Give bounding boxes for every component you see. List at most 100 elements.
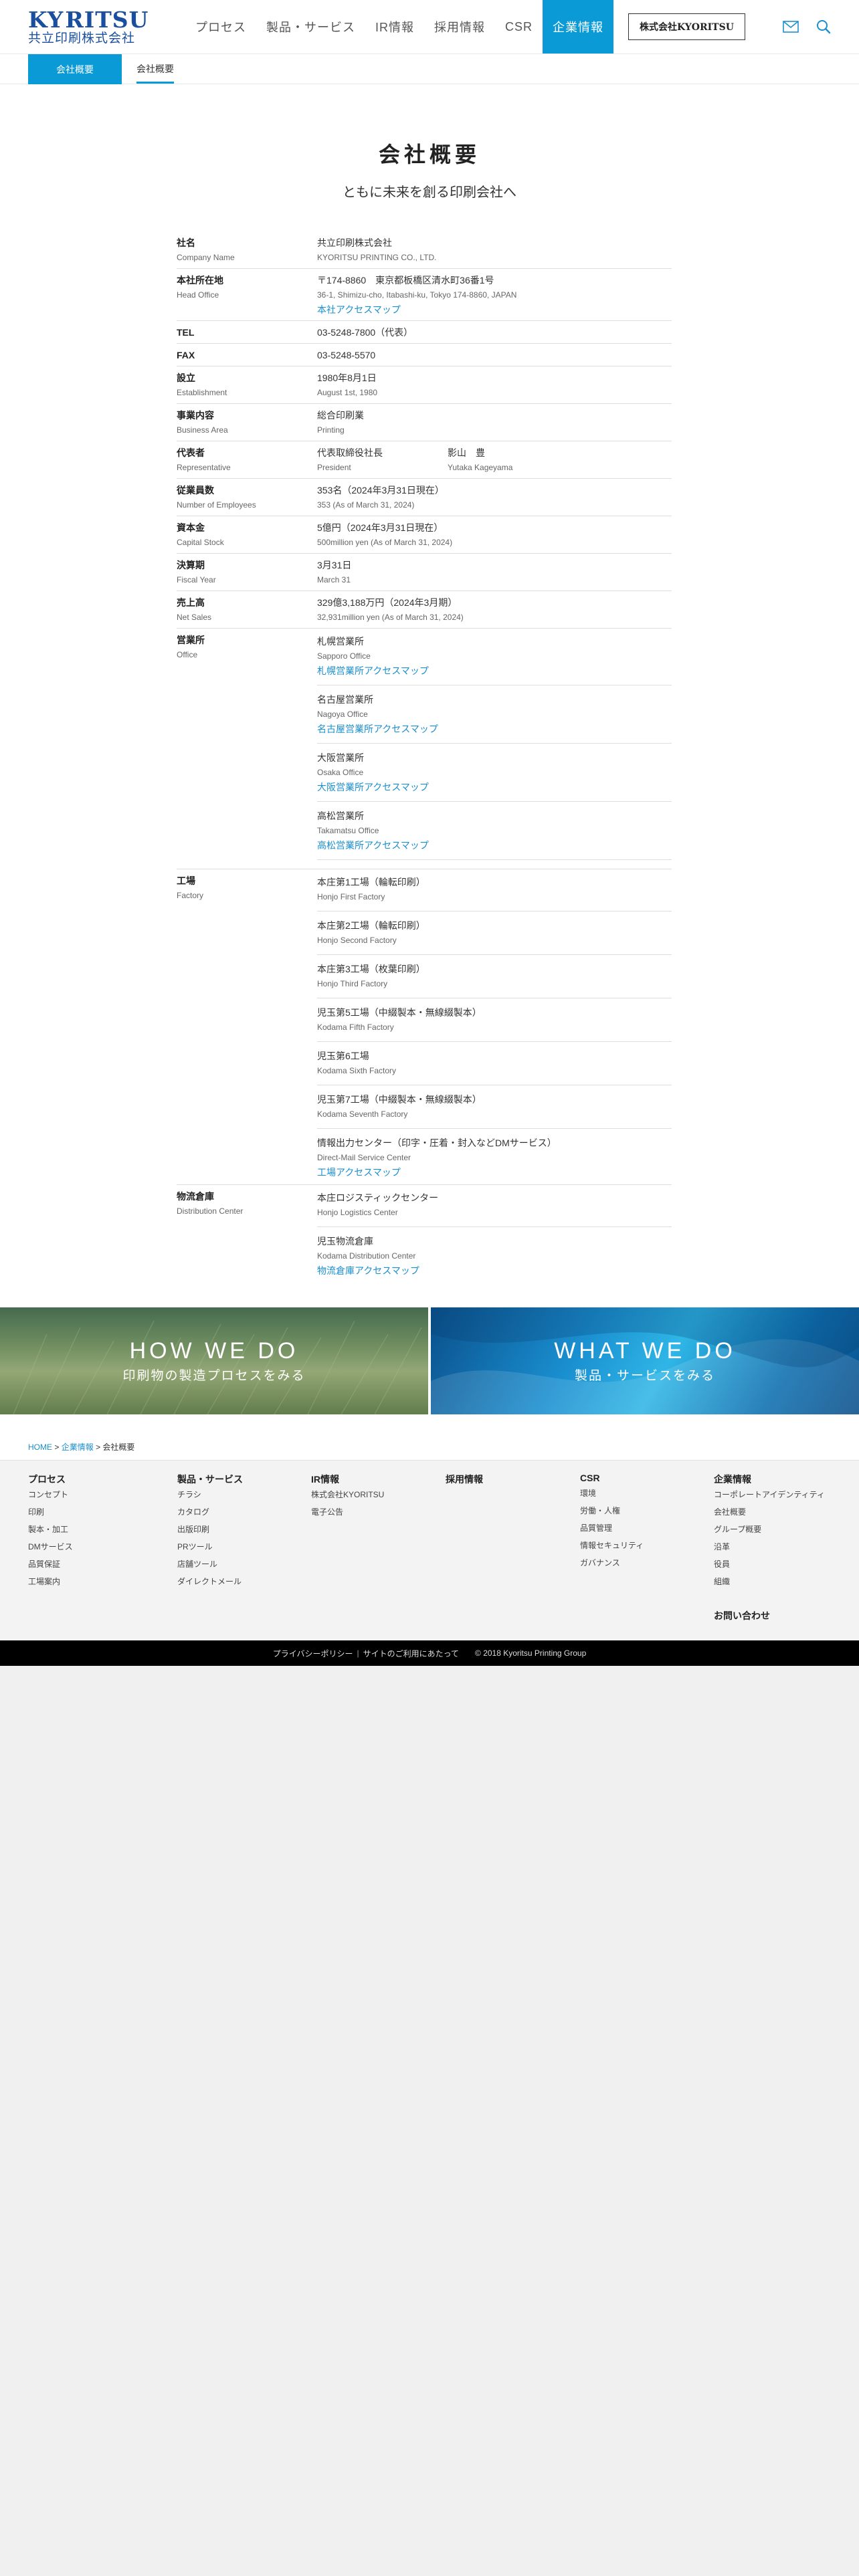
footer-link[interactable]: 電子公告 xyxy=(311,1503,445,1521)
value-en: 353 (As of March 31, 2024) xyxy=(317,500,415,510)
label-en: Capital Stock xyxy=(177,538,224,547)
breadcrumb-home[interactable]: HOME xyxy=(28,1442,52,1452)
footer-link[interactable]: 組織 xyxy=(714,1573,848,1590)
sapporo-access-map-link[interactable]: 札幌営業所アクセスマップ xyxy=(317,665,429,676)
footer-link[interactable]: 工場案内 xyxy=(28,1573,162,1590)
office-item: 大阪営業所 Osaka Office 大阪営業所アクセスマップ xyxy=(317,749,672,802)
footer-link[interactable]: 品質管理 xyxy=(580,1519,714,1537)
how-we-do-title: HOW WE DO xyxy=(129,1338,299,1364)
distribution-name-en: Kodama Distribution Center xyxy=(317,1251,416,1261)
label-jp: 社名 xyxy=(177,237,195,248)
footer-link[interactable]: 労働・人権 xyxy=(580,1502,714,1519)
rep-role-jp: 代表取締役社長 xyxy=(317,447,383,458)
factory-item: 本庄第1工場（輪転印刷） Honjo First Factory xyxy=(317,873,672,911)
factory-item: 本庄第2工場（輪転印刷） Honjo Second Factory xyxy=(317,917,672,955)
nav-recruit[interactable]: 採用情報 xyxy=(424,0,495,53)
footer-col-title[interactable]: 製品・サービス xyxy=(177,1474,243,1485)
how-we-do-banner[interactable]: HOW WE DO 印刷物の製造プロセスをみる xyxy=(0,1307,428,1414)
footer-link[interactable]: 環境 xyxy=(580,1485,714,1502)
head-office-access-map-link[interactable]: 本社アクセスマップ xyxy=(317,304,401,315)
label-jp: 資本金 xyxy=(177,522,205,533)
factory-name-en: Direct-Mail Service Center xyxy=(317,1153,411,1162)
kyoritsu-holdings-button[interactable]: 株式会社KYORITSU xyxy=(628,13,745,40)
value-en: 36-1, Shimizu-cho, Itabashi-ku, Tokyo 17… xyxy=(317,290,517,300)
osaka-access-map-link[interactable]: 大阪営業所アクセスマップ xyxy=(317,782,429,792)
footer-link[interactable]: 品質保証 xyxy=(28,1555,162,1573)
footer-link[interactable]: チラシ xyxy=(177,1486,311,1503)
distribution-access-map-link[interactable]: 物流倉庫アクセスマップ xyxy=(317,1265,419,1276)
office-name-jp: 名古屋営業所 xyxy=(317,694,373,705)
label-jp: 物流倉庫 xyxy=(177,1191,214,1202)
page-title: 会社概要 xyxy=(378,142,480,167)
footer-col-process: プロセス コンセプト 印刷 製本・加工 DMサービス 品質保証 工場案内 xyxy=(28,1473,162,1590)
factory-item: 児玉第7工場（中綴製本・無線綴製本） Kodama Seventh Factory xyxy=(317,1091,672,1129)
footer-col-title[interactable]: 採用情報 xyxy=(446,1474,483,1485)
row-fiscal-year: 決算期 Fiscal Year 3月31日 March 31 xyxy=(177,554,672,591)
logo-subtitle: 共立印刷株式会社 xyxy=(28,31,136,45)
value-jp: 共立印刷株式会社 xyxy=(317,237,392,248)
footer-link[interactable]: 店舗ツール xyxy=(177,1555,311,1573)
footer-col-title[interactable]: 企業情報 xyxy=(714,1474,751,1485)
footer-link[interactable]: 沿革 xyxy=(714,1538,848,1555)
footer-link[interactable]: 印刷 xyxy=(28,1503,162,1521)
subnav-category[interactable]: 会社概要 xyxy=(28,54,122,85)
nav-products[interactable]: 製品・サービス xyxy=(256,0,365,53)
breadcrumb-parent[interactable]: 企業情報 xyxy=(62,1442,94,1452)
factory-name-jp: 児玉第7工場（中綴製本・無線綴製本） xyxy=(317,1094,482,1105)
footer-link[interactable]: ガバナンス xyxy=(580,1554,714,1572)
label-en: Establishment xyxy=(177,388,227,397)
factory-access-map-link[interactable]: 工場アクセスマップ xyxy=(317,1167,401,1178)
nav-process[interactable]: プロセス xyxy=(185,0,256,53)
value-en: KYORITSU PRINTING CO., LTD. xyxy=(317,253,437,262)
takamatsu-access-map-link[interactable]: 高松営業所アクセスマップ xyxy=(317,840,429,851)
factory-name-jp: 児玉第6工場 xyxy=(317,1051,369,1061)
footer-col-title[interactable]: CSR xyxy=(580,1473,600,1483)
value-jp: 1980年8月1日 xyxy=(317,372,377,383)
footer-col-corporate: 企業情報 コーポレートアイデンティティ 会社概要 グループ概要 沿革 役員 組織… xyxy=(714,1473,848,1622)
privacy-policy-link[interactable]: プライバシーポリシー xyxy=(273,1648,353,1659)
nav-corporate[interactable]: 企業情報 xyxy=(543,0,614,53)
search-icon[interactable] xyxy=(816,19,831,34)
office-item: 札幌営業所 Sapporo Office 札幌営業所アクセスマップ xyxy=(317,633,672,685)
distribution-item: 本庄ロジスティックセンター Honjo Logistics Center xyxy=(317,1189,672,1227)
footer-link[interactable]: 製本・加工 xyxy=(28,1521,162,1538)
footer-link[interactable]: ダイレクトメール xyxy=(177,1573,311,1590)
nagoya-access-map-link[interactable]: 名古屋営業所アクセスマップ xyxy=(317,724,438,734)
contact-link[interactable]: お問い合わせ xyxy=(714,1609,848,1622)
footer-col-title[interactable]: IR情報 xyxy=(311,1474,339,1485)
footer-link[interactable]: DMサービス xyxy=(28,1538,162,1555)
header-icons xyxy=(783,19,831,34)
what-we-do-banner[interactable]: WHAT WE DO 製品・サービスをみる xyxy=(431,1307,859,1414)
terms-of-use-link[interactable]: サイトのご利用にあたって xyxy=(363,1648,459,1659)
footer-col-title[interactable]: プロセス xyxy=(28,1474,66,1485)
breadcrumb: HOME > 企業情報 > 会社概要 xyxy=(0,1414,859,1460)
row-capital: 資本金 Capital Stock 5億円（2024年3月31日現在） 500mil… xyxy=(177,516,672,554)
logo-wordmark: KY RITSU xyxy=(28,9,148,31)
footer-link[interactable]: PRツール xyxy=(177,1538,311,1555)
footer-link[interactable]: 出版印刷 xyxy=(177,1521,311,1538)
subnav-item-company-profile[interactable]: 会社概要 xyxy=(136,54,174,84)
factory-name-jp: 情報出力センター（印字・圧着・封入などDMサービス） xyxy=(317,1138,557,1148)
footer-link[interactable]: コーポレートアイデンティティ xyxy=(714,1486,848,1503)
office-name-jp: 高松営業所 xyxy=(317,811,364,821)
footer-link[interactable]: カタログ xyxy=(177,1503,311,1521)
site-logo[interactable]: KY RITSU 共立印刷株式会社 xyxy=(28,9,148,45)
office-name-en: Osaka Office xyxy=(317,768,364,777)
footer-link[interactable]: グループ概要 xyxy=(714,1521,848,1538)
footer-link[interactable]: 情報セキュリティ xyxy=(580,1537,714,1554)
nav-ir[interactable]: IR情報 xyxy=(365,0,424,53)
mail-icon[interactable] xyxy=(783,21,799,33)
footer-link[interactable]: 役員 xyxy=(714,1555,848,1573)
label-en: Head Office xyxy=(177,290,219,300)
factory-item: 本庄第3工場（枚葉印刷） Honjo Third Factory xyxy=(317,960,672,998)
footer-link[interactable]: 株式会社KYORITSU xyxy=(311,1486,445,1503)
nav-csr[interactable]: CSR xyxy=(495,0,543,53)
value-en: 500million yen (As of March 31, 2024) xyxy=(317,538,453,547)
row-distribution: 物流倉庫 Distribution Center 本庄ロジスティックセンター Hon… xyxy=(177,1185,672,1283)
factory-name-en: Kodama Seventh Factory xyxy=(317,1109,408,1119)
footer-link[interactable]: コンセプト xyxy=(28,1486,162,1503)
factory-item: 情報出力センター（印字・圧着・封入などDMサービス） Direct-Mail Se… xyxy=(317,1134,672,1181)
label-en: Number of Employees xyxy=(177,500,256,510)
footer-link[interactable]: 会社概要 xyxy=(714,1503,848,1521)
label-jp: 営業所 xyxy=(177,635,205,645)
